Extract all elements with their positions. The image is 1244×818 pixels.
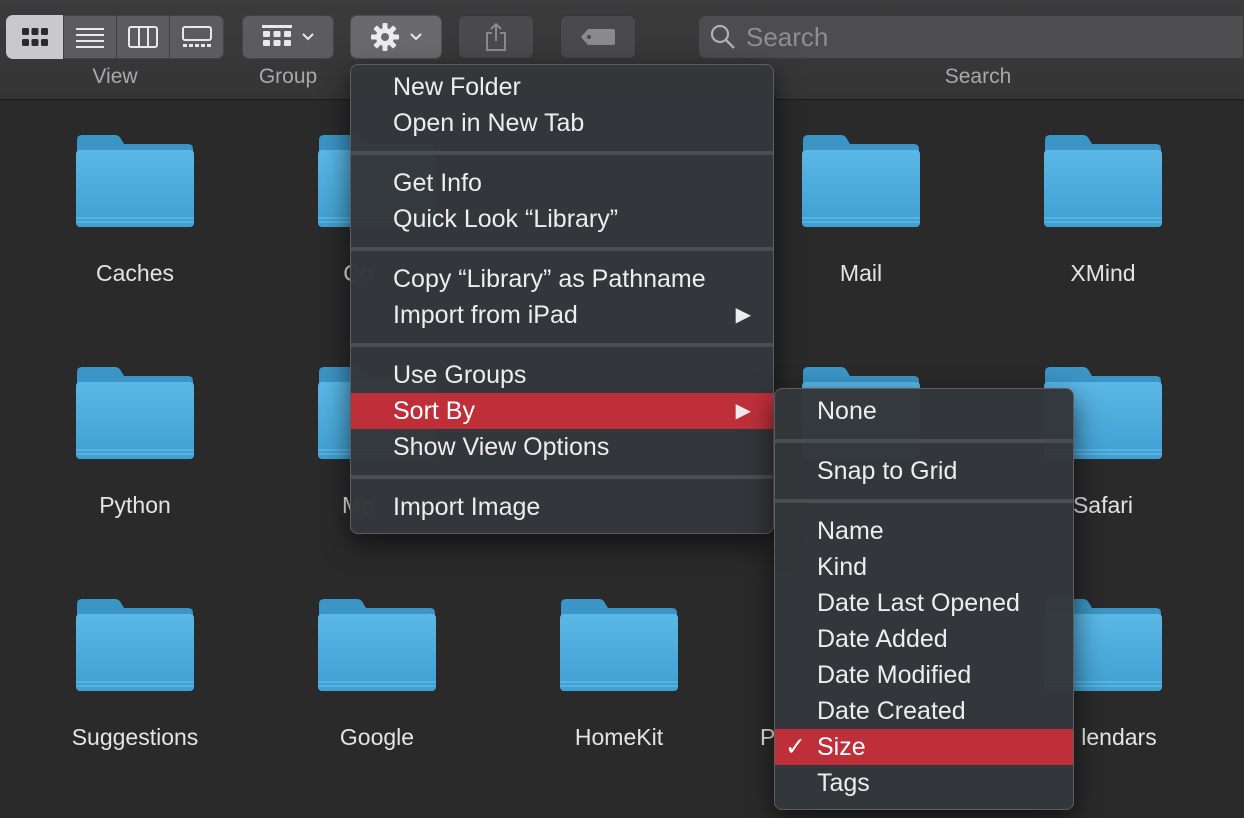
menu-item-open-in-new-tab[interactable]: Open in New Tab [351, 105, 773, 141]
folder-name: Suggestions [71, 724, 199, 750]
folder-item[interactable]: XMind [982, 134, 1224, 287]
search-label: Search [944, 65, 1012, 88]
menu-separator [775, 429, 1073, 453]
folder-name: Python [99, 492, 171, 518]
folder-name: Mail [839, 260, 883, 286]
folder-icon [76, 135, 194, 227]
gallery-view-icon [182, 26, 212, 47]
sort-option-tags[interactable]: Tags [775, 765, 1073, 801]
sort-option-size[interactable]: ✓ Size [775, 729, 1073, 765]
sort-option-date-modified[interactable]: Date Modified [775, 657, 1073, 693]
menu-separator [351, 237, 773, 261]
share-button[interactable] [458, 15, 534, 59]
action-button[interactable] [350, 15, 442, 59]
menu-item-get-info[interactable]: Get Info [351, 165, 773, 201]
icon-view-button[interactable] [6, 15, 64, 59]
group-button[interactable] [242, 15, 334, 59]
icon-view-icon [21, 28, 48, 46]
submenu-arrow-icon: ▶ [735, 304, 751, 326]
sort-option-date-last-opened[interactable]: Date Last Opened [775, 585, 1073, 621]
menu-item-use-groups[interactable]: Use Groups [351, 357, 773, 393]
folder-item[interactable]: Suggestions [14, 598, 256, 751]
sort-option-snap-to-grid[interactable]: Snap to Grid [775, 453, 1073, 489]
list-view-icon [76, 28, 104, 48]
search-input[interactable] [746, 21, 1226, 53]
folder-item[interactable]: Google [256, 598, 498, 751]
folder-name: XMind [1070, 260, 1136, 286]
folder-name: HomeKit [574, 724, 664, 750]
chevron-down-icon [302, 33, 314, 41]
sort-option-none[interactable]: None [775, 393, 1073, 429]
sort-by-submenu: None Snap to Grid Name Kind Date Last Op… [774, 388, 1074, 810]
search-field[interactable] [698, 15, 1244, 59]
menu-item-label: Sort By [393, 397, 475, 425]
search-icon [710, 24, 735, 49]
menu-item-import-from-ipad[interactable]: Import from iPad ▶ [351, 297, 773, 333]
view-label: View [92, 65, 138, 88]
menu-item-new-folder[interactable]: New Folder [351, 69, 773, 105]
sort-option-date-added[interactable]: Date Added [775, 621, 1073, 657]
folder-name: Google [339, 724, 415, 750]
submenu-arrow-icon: ▶ [735, 400, 751, 422]
view-mode-control [6, 15, 224, 59]
folder-name: Caches [96, 260, 174, 286]
menu-separator [351, 465, 773, 489]
folder-icon [76, 367, 194, 459]
menu-item-label: Import from iPad [393, 301, 578, 329]
menu-separator [351, 141, 773, 165]
folder-item[interactable]: Python [14, 366, 256, 519]
sort-option-date-created[interactable]: Date Created [775, 693, 1073, 729]
folder-icon [802, 135, 920, 227]
column-view-button[interactable] [117, 15, 170, 59]
menu-item-sort-by[interactable]: Sort By ▶ [351, 393, 773, 429]
menu-item-show-view-options[interactable]: Show View Options [351, 429, 773, 465]
group-label: Group [258, 65, 318, 88]
column-view-icon [128, 26, 158, 48]
gear-icon [371, 23, 399, 51]
chevron-down-icon [410, 33, 422, 41]
gallery-view-button[interactable] [170, 15, 224, 59]
checkmark-icon: ✓ [785, 733, 806, 761]
sort-option-kind[interactable]: Kind [775, 549, 1073, 585]
sort-option-name[interactable]: Name [775, 513, 1073, 549]
tag-icon [581, 29, 615, 45]
list-view-button[interactable] [64, 15, 117, 59]
folder-icon [1044, 135, 1162, 227]
menu-separator [775, 489, 1073, 513]
menu-item-label: Size [817, 733, 866, 761]
action-context-menu: New Folder Open in New Tab Get Info Quic… [350, 64, 774, 534]
group-icon [262, 25, 292, 46]
folder-item[interactable]: Caches [14, 134, 256, 287]
folder-item[interactable]: Mail [740, 134, 982, 287]
menu-item-copy-pathname[interactable]: Copy “Library” as Pathname [351, 261, 773, 297]
menu-item-import-image[interactable]: Import Image [351, 489, 773, 525]
share-icon [486, 22, 506, 51]
tags-button[interactable] [560, 15, 636, 59]
folder-icon [318, 599, 436, 691]
menu-item-quick-look[interactable]: Quick Look “Library” [351, 201, 773, 237]
folder-item[interactable]: HomeKit [498, 598, 740, 751]
menu-separator [351, 333, 773, 357]
folder-icon [560, 599, 678, 691]
folder-icon [76, 599, 194, 691]
